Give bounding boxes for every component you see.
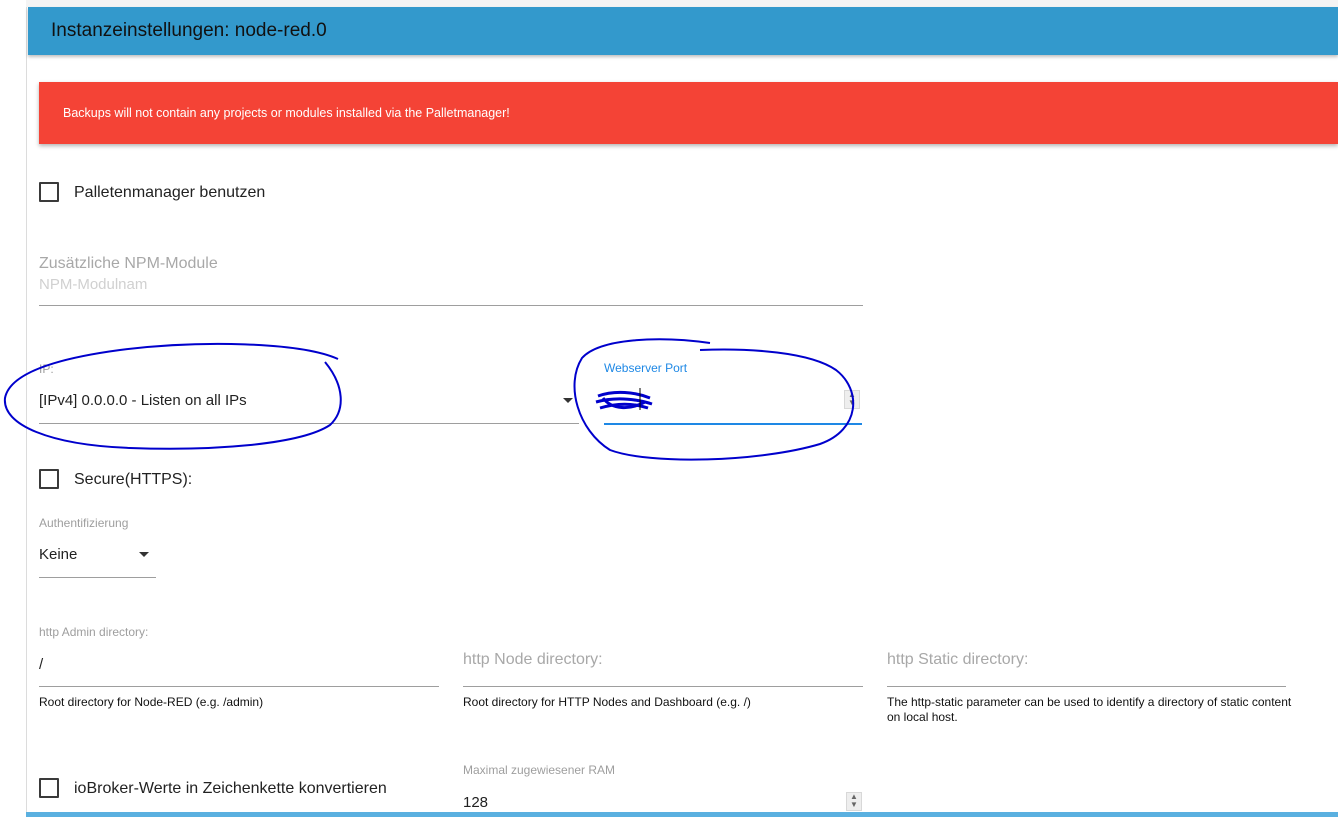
- convert-values-label: ioBroker-Werte in Zeichenkette konvertie…: [74, 780, 387, 797]
- alert-message: Backups will not contain any projects or…: [63, 106, 510, 120]
- secure-https-label: Secure(HTTPS):: [74, 471, 193, 488]
- auth-underline: [39, 577, 156, 578]
- webserver-port-spinner-icon[interactable]: ▲ ▼: [844, 390, 860, 409]
- npm-modules-underline: [39, 305, 863, 306]
- convert-values-checkbox[interactable]: [39, 778, 59, 798]
- http-node-underline: [463, 686, 863, 687]
- http-node-helper: Root directory for HTTP Nodes and Dashbo…: [463, 695, 751, 709]
- port-annotation-circle: [573, 338, 855, 461]
- left-rail: [0, 0, 27, 817]
- warning-alert: Backups will not contain any projects or…: [39, 82, 1338, 144]
- max-ram-label: Maximal zugewiesener RAM: [463, 763, 616, 777]
- dialog-title: Instanzeinstellungen: node-red.0: [51, 20, 327, 41]
- max-ram-input[interactable]: 128: [463, 794, 488, 811]
- webserver-port-label: Webserver Port: [604, 361, 688, 375]
- ip-dropdown-chevron-icon[interactable]: [563, 398, 573, 403]
- auth-label: Authentifizierung: [39, 516, 129, 530]
- max-ram-spinner-icon[interactable]: ▲ ▼: [846, 792, 862, 811]
- auth-dropdown-chevron-icon[interactable]: [139, 552, 149, 557]
- http-admin-helper: Root directory for Node-RED (e.g. /admin…: [39, 695, 264, 709]
- ip-label: IP:: [39, 362, 54, 376]
- http-static-underline: [887, 686, 1286, 687]
- http-admin-input[interactable]: /: [39, 656, 43, 673]
- http-static-label: http Static directory:: [887, 651, 1029, 668]
- http-node-label: http Node directory:: [463, 651, 603, 668]
- ip-underline: [39, 423, 579, 424]
- palette-manager-checkbox[interactable]: [39, 182, 59, 202]
- bottom-bar: [26, 812, 1338, 817]
- http-static-helper: The http-static parameter can be used to…: [887, 695, 1292, 724]
- npm-modules-input[interactable]: NPM-Modulnam: [39, 276, 147, 293]
- ip-select[interactable]: [IPv4] 0.0.0.0 - Listen on all IPs: [39, 392, 247, 409]
- dialog-header: Instanzeinstellungen: node-red.0: [28, 7, 1338, 55]
- port-scribble: [595, 390, 653, 410]
- webserver-port-underline: [604, 423, 862, 425]
- npm-modules-label: Zusätzliche NPM-Module: [39, 255, 218, 272]
- auth-select[interactable]: Keine: [39, 546, 77, 563]
- secure-https-checkbox[interactable]: [39, 469, 59, 489]
- top-strip: [26, 0, 1338, 7]
- http-admin-underline: [39, 686, 439, 687]
- http-admin-label: http Admin directory:: [39, 625, 149, 639]
- palette-manager-label: Palletenmanager benutzen: [74, 184, 266, 201]
